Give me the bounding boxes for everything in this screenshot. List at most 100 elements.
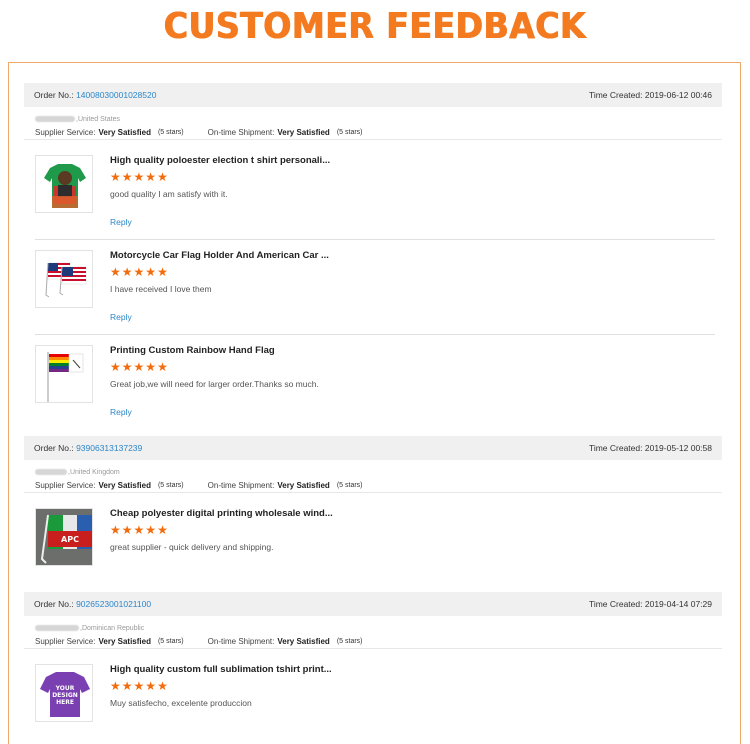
product-title[interactable]: Motorcycle Car Flag Holder And American … (110, 250, 329, 261)
shipment-value: Very Satisfied (277, 481, 330, 490)
shipment-label: On-time Shipment: (207, 128, 275, 137)
star-rating: ★ ★ ★ ★ ★ (110, 680, 168, 692)
time-created: Time Created: 2019-04-14 07:29 (589, 599, 712, 609)
product-title[interactable]: High quality poloester election t shirt … (110, 155, 330, 166)
product-title[interactable]: High quality custom full sublimation tsh… (110, 664, 332, 675)
star-icon: ★ (145, 265, 157, 279)
star-icon: ★ (145, 523, 157, 537)
order-number: Order No.: 93906313137239 (34, 443, 142, 453)
shipment-stars: (5 stars) (336, 638, 363, 645)
apc-car-flag-icon[interactable]: APC (35, 508, 93, 566)
order-card: Order No.: 14008030001028520 Time Create… (24, 83, 722, 417)
product-title[interactable]: Printing Custom Rainbow Hand Flag (110, 345, 275, 356)
star-icon: ★ (110, 265, 121, 279)
time-created-label: Time Created: (588, 90, 643, 100)
page-title: CUSTOMER FEEDBACK (163, 6, 587, 47)
star-icon: ★ (133, 523, 145, 537)
supplier-service-value: Very Satisfied (98, 128, 151, 137)
review-comment: Great job,we will need for larger order.… (110, 379, 319, 389)
shipment-stars: (5 stars) (336, 482, 363, 489)
shirt-text-line-3: HERE (56, 699, 74, 706)
shipment-label: On-time Shipment: (207, 637, 275, 646)
star-rating: ★ ★ ★ ★ ★ (110, 266, 168, 278)
star-rating: ★ ★ ★ ★ ★ (110, 361, 168, 373)
order-header: Order No.: 93906313137239 Time Created: … (24, 436, 722, 460)
star-icon: ★ (157, 679, 168, 693)
order-no-label: Order No.: (34, 443, 74, 453)
shipment-stars: (5 stars) (336, 129, 363, 136)
star-icon: ★ (133, 360, 145, 374)
star-icon: ★ (110, 170, 121, 184)
supplier-service-label: Supplier Service: (35, 637, 96, 646)
star-icon: ★ (145, 679, 157, 693)
order-no-label: Order No.: (34, 599, 74, 609)
review-comment: Muy satisfecho, excelente produccion (110, 698, 252, 708)
feedback-item: Printing Custom Rainbow Hand Flag ★ ★ ★ … (35, 335, 715, 430)
feedback-item: APC Cheap polyester digital printing who… (35, 498, 715, 586)
buyer-country: ,United Kingdom (68, 468, 120, 476)
flag-text: APC (61, 535, 79, 544)
time-created-label: Time Created: (588, 443, 643, 453)
shipment-value: Very Satisfied (277, 128, 330, 137)
reply-link[interactable]: Reply (110, 217, 132, 227)
review-comment: great supplier - quick delivery and ship… (110, 542, 274, 552)
star-icon: ★ (133, 265, 145, 279)
star-icon: ★ (121, 170, 133, 184)
product-title[interactable]: Cheap polyester digital printing wholesa… (110, 508, 333, 519)
order-card: Order No.: 9026523001021100 Time Created… (24, 592, 722, 722)
star-icon: ★ (110, 360, 121, 374)
star-icon: ★ (157, 360, 168, 374)
star-icon: ★ (145, 170, 157, 184)
star-icon: ★ (133, 170, 145, 184)
time-created-label: Time Created: (588, 599, 643, 609)
supplier-stars: (5 stars) (157, 638, 184, 645)
star-rating: ★ ★ ★ ★ ★ (110, 524, 168, 536)
reply-link[interactable]: Reply (110, 407, 132, 417)
feedback-item: YOUR DESIGN HERE High quality custom ful… (35, 654, 715, 742)
time-created: Time Created: 2019-05-12 00:58 (589, 443, 712, 453)
service-ratings: Supplier Service: Very Satisfied (5 star… (24, 633, 722, 649)
order-number: Order No.: 9026523001021100 (34, 599, 151, 609)
star-icon: ★ (110, 523, 121, 537)
order-card: Order No.: 93906313137239 Time Created: … (24, 436, 722, 566)
reply-link[interactable]: Reply (110, 312, 132, 322)
star-icon: ★ (121, 360, 133, 374)
star-icon: ★ (133, 679, 145, 693)
supplier-service-value: Very Satisfied (98, 637, 151, 646)
feedback-item: Motorcycle Car Flag Holder And American … (35, 240, 715, 335)
shirt-text-line-2: DESIGN (52, 692, 78, 699)
supplier-stars: (5 stars) (157, 129, 184, 136)
buyer-line: ,Dominican Republic (24, 616, 722, 633)
supplier-stars: (5 stars) (157, 482, 184, 489)
review-comment: good quality I am satisfy with it. (110, 189, 228, 199)
order-no-link[interactable]: 93906313137239 (76, 443, 142, 453)
review-comment: I have received I love them (110, 284, 212, 294)
buyer-line: ,United States (24, 107, 722, 124)
order-no-label: Order No.: (34, 90, 74, 100)
star-icon: ★ (157, 523, 168, 537)
shipment-label: On-time Shipment: (207, 481, 275, 490)
star-icon: ★ (121, 523, 133, 537)
order-header: Order No.: 14008030001028520 Time Create… (24, 83, 722, 107)
star-icon: ★ (157, 265, 168, 279)
buyer-country: ,Dominican Republic (80, 624, 145, 632)
order-no-link[interactable]: 14008030001028520 (76, 90, 156, 100)
shirt-text-line-1: YOUR (55, 685, 75, 692)
feedback-panel: Order No.: 14008030001028520 Time Create… (8, 62, 741, 744)
time-created-value: 2019-04-14 07:29 (644, 599, 712, 609)
purple-tshirt-icon[interactable]: YOUR DESIGN HERE (35, 664, 93, 722)
supplier-service-label: Supplier Service: (35, 128, 96, 137)
service-ratings: Supplier Service: Very Satisfied (5 star… (24, 477, 722, 493)
buyer-name-blurred (35, 625, 79, 631)
buyer-name-blurred (35, 469, 67, 475)
buyer-name-blurred (35, 116, 75, 122)
green-tshirt-icon[interactable] (35, 155, 93, 213)
service-ratings: Supplier Service: Very Satisfied (5 star… (24, 124, 722, 140)
star-icon: ★ (145, 360, 157, 374)
american-car-flag-icon[interactable] (35, 250, 93, 308)
supplier-service-value: Very Satisfied (98, 481, 151, 490)
rainbow-hand-flag-icon[interactable] (35, 345, 93, 403)
star-icon: ★ (121, 265, 133, 279)
shipment-value: Very Satisfied (277, 637, 330, 646)
order-no-link[interactable]: 9026523001021100 (76, 599, 151, 609)
